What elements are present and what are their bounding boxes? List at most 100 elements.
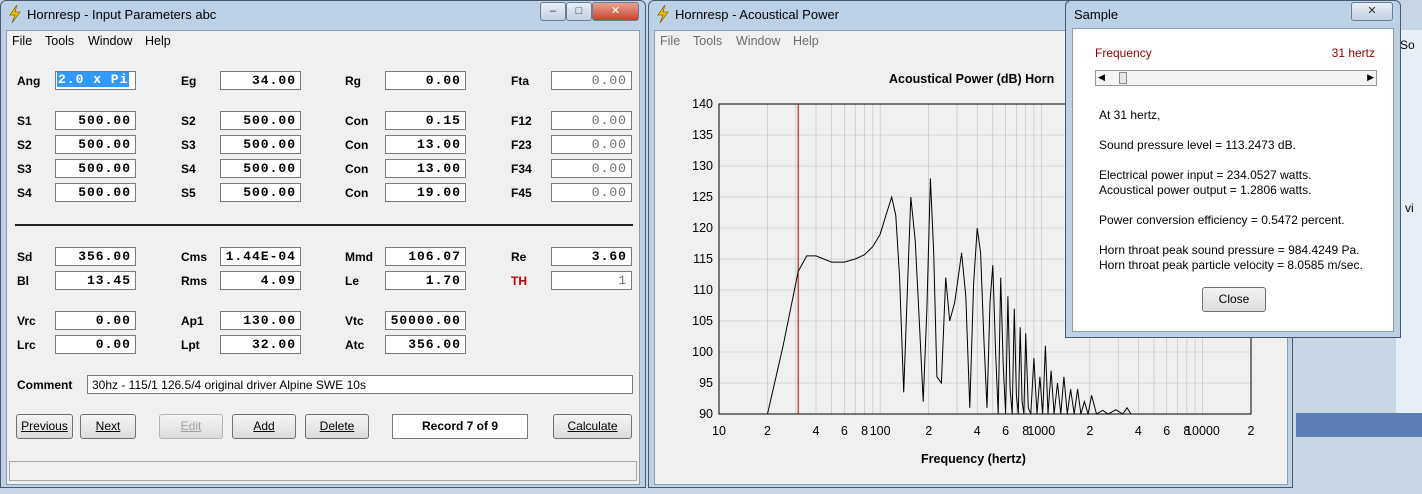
- param-label: F34: [511, 162, 532, 176]
- y-tick-label: 90: [699, 407, 713, 421]
- param-field[interactable]: 500.00: [55, 183, 136, 202]
- param-field[interactable]: 500.00: [220, 159, 301, 178]
- param-field[interactable]: 2.0 x Pi: [55, 71, 136, 90]
- sample-dialog-titlebar[interactable]: Sample ✕: [1066, 1, 1400, 30]
- next-button[interactable]: Next: [80, 414, 136, 439]
- param-field[interactable]: 1: [551, 271, 632, 290]
- param-label: F45: [511, 186, 532, 200]
- hornresp-lightning-icon: [657, 5, 669, 23]
- param-field[interactable]: 1.44E-04: [220, 247, 301, 266]
- dialog-title: Sample: [1074, 7, 1119, 22]
- slider-thumb[interactable]: [1119, 72, 1127, 84]
- delete-button[interactable]: Delete: [305, 414, 369, 439]
- param-field[interactable]: 34.00: [220, 71, 301, 90]
- slider-right-arrow-icon[interactable]: ▶: [1367, 72, 1374, 83]
- add-button[interactable]: Add: [232, 414, 296, 439]
- param-label: Mmd: [345, 250, 373, 264]
- dialog-close-x-button[interactable]: ✕: [1351, 2, 1393, 21]
- param-label: Re: [511, 250, 527, 264]
- param-field[interactable]: 500.00: [220, 183, 301, 202]
- acoustical-power-output: Acoustical power output = 1.2806 watts.: [1099, 183, 1312, 197]
- param-field[interactable]: 13.00: [385, 159, 466, 178]
- param-field[interactable]: 0.00: [551, 135, 632, 154]
- menu-file[interactable]: File: [12, 34, 32, 48]
- param-field[interactable]: 0.00: [55, 335, 136, 354]
- y-tick-label: 135: [692, 128, 713, 142]
- param-label: F12: [511, 114, 532, 128]
- param-field[interactable]: 0.00: [55, 311, 136, 330]
- background-text-vi: vi: [1405, 201, 1414, 215]
- param-field[interactable]: 500.00: [55, 111, 136, 130]
- param-field[interactable]: 500.00: [220, 111, 301, 130]
- param-field[interactable]: 500.00: [220, 135, 301, 154]
- param-label: Vtc: [345, 314, 364, 328]
- param-field[interactable]: 130.00: [220, 311, 301, 330]
- param-field[interactable]: 500.00: [55, 159, 136, 178]
- x-tick-label: 6: [1002, 424, 1009, 438]
- menu-window[interactable]: Window: [88, 34, 132, 48]
- param-field[interactable]: 50000.00: [385, 311, 466, 330]
- param-field[interactable]: 500.00: [55, 135, 136, 154]
- sample-dialog-client: Frequency 31 hertz ◀ ▶ At 31 hertz, Soun…: [1072, 28, 1394, 332]
- slider-left-arrow-icon[interactable]: ◀: [1098, 72, 1105, 83]
- param-label: Cms: [181, 250, 208, 264]
- frequency-label: Frequency: [1095, 46, 1152, 60]
- param-field[interactable]: 32.00: [220, 335, 301, 354]
- param-field[interactable]: 13.45: [55, 271, 136, 290]
- menu-window[interactable]: Window: [736, 34, 780, 48]
- param-label: Eg: [181, 74, 197, 88]
- param-field[interactable]: 0.15: [385, 111, 466, 130]
- edit-button[interactable]: Edit: [159, 414, 223, 439]
- menu-tools[interactable]: Tools: [45, 34, 74, 48]
- sound-pressure-level: Sound pressure level = 113.2473 dB.: [1099, 138, 1296, 152]
- previous-button[interactable]: Previous: [16, 414, 73, 439]
- param-field[interactable]: 19.00: [385, 183, 466, 202]
- param-field[interactable]: 0.00: [385, 71, 466, 90]
- param-label: Ang: [17, 74, 41, 88]
- window-title: Hornresp - Input Parameters abc: [27, 7, 217, 22]
- param-field[interactable]: 0.00: [551, 111, 632, 130]
- y-tick-label: 130: [692, 159, 713, 173]
- input-window-titlebar[interactable]: Hornresp - Input Parameters abc – □ ✕: [1, 1, 645, 30]
- param-label: S2: [17, 138, 32, 152]
- menu-help[interactable]: Help: [793, 34, 819, 48]
- param-label: Bl: [17, 274, 29, 288]
- y-tick-label: 95: [699, 376, 713, 390]
- dialog-close-button[interactable]: Close: [1202, 287, 1266, 312]
- x-tick-label: 1000: [1027, 424, 1055, 438]
- calculate-button[interactable]: Calculate: [553, 414, 632, 439]
- x-tick-label: 10: [712, 424, 726, 438]
- frequency-slider[interactable]: ◀ ▶: [1095, 70, 1377, 86]
- maximize-button[interactable]: □: [566, 2, 592, 21]
- param-field[interactable]: 0.00: [551, 159, 632, 178]
- param-label: S3: [17, 162, 32, 176]
- menu-help[interactable]: Help: [145, 34, 171, 48]
- param-field[interactable]: 4.09: [220, 271, 301, 290]
- minimize-button[interactable]: –: [540, 2, 566, 21]
- param-label: Con: [345, 138, 369, 152]
- param-field[interactable]: 0.00: [551, 183, 632, 202]
- param-field[interactable]: 106.07: [385, 247, 466, 266]
- close-window-button[interactable]: ✕: [592, 2, 639, 21]
- y-tick-label: 120: [692, 221, 713, 235]
- menu-file[interactable]: File: [660, 34, 680, 48]
- info-line-1: At 31 hertz,: [1099, 108, 1161, 122]
- param-label: Vrc: [17, 314, 36, 328]
- y-tick-labels: 90 95 100 105 110 115 120 125 130 135 140: [692, 97, 713, 421]
- param-field[interactable]: 3.60: [551, 247, 632, 266]
- comment-label: Comment: [17, 378, 73, 392]
- y-tick-label: 100: [692, 345, 713, 359]
- param-field[interactable]: 0.00: [551, 71, 632, 90]
- param-label: Le: [345, 274, 360, 288]
- menu-tools[interactable]: Tools: [693, 34, 722, 48]
- x-tick-label: 2: [764, 424, 771, 438]
- param-field[interactable]: 356.00: [55, 247, 136, 266]
- x-tick-label: 6: [841, 424, 848, 438]
- param-field[interactable]: 13.00: [385, 135, 466, 154]
- param-field[interactable]: 356.00: [385, 335, 466, 354]
- section-divider: [15, 224, 633, 226]
- x-tick-label: 6: [1163, 424, 1170, 438]
- comment-field[interactable]: 30hz - 115/1 126.5/4 original driver Alp…: [87, 375, 633, 394]
- param-field[interactable]: 1.70: [385, 271, 466, 290]
- power-conversion-efficiency: Power conversion efficiency = 0.5472 per…: [1099, 213, 1345, 227]
